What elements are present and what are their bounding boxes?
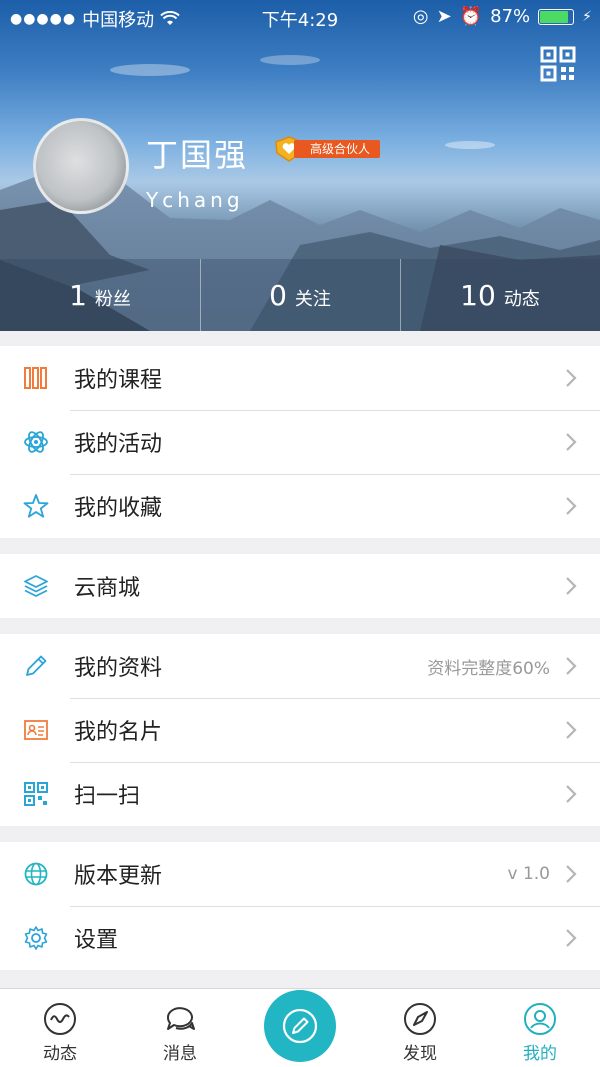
menu-group-profile: 我的资料 资料完整度60% 我的名片 扫一扫: [0, 634, 600, 826]
menu-group-system: 版本更新 v 1.0 设置: [0, 842, 600, 970]
tab-me[interactable]: 我的: [480, 989, 600, 1067]
chevron-right-icon: [566, 497, 577, 515]
stat-value: 0: [269, 279, 287, 312]
layers-icon: [24, 575, 48, 597]
menu-item-label: 云商城: [74, 576, 141, 601]
profile-completeness: 资料完整度60%: [427, 658, 550, 679]
battery-percent: 87%: [490, 6, 531, 27]
qr-code-button[interactable]: [540, 46, 576, 82]
atom-icon: [24, 431, 48, 453]
chevron-right-icon: [566, 577, 577, 595]
chevron-right-icon: [566, 865, 577, 883]
menu-item-courses[interactable]: 我的课程: [0, 346, 600, 410]
menu-item-scan[interactable]: 扫一扫: [0, 762, 600, 826]
stat-posts[interactable]: 10 动态: [400, 259, 600, 331]
settings-menu: 我的课程 我的活动 我的收藏 云商城 我的资料 资料完整度60% 我的名片 扫一…: [0, 346, 600, 986]
compose-button[interactable]: [264, 990, 336, 1062]
menu-item-profile[interactable]: 我的资料 资料完整度60%: [0, 634, 600, 698]
star-icon: [23, 494, 49, 518]
compass-icon: [404, 1003, 436, 1035]
stat-followers[interactable]: 1 粉丝: [0, 259, 200, 331]
menu-item-label: 扫一扫: [74, 784, 141, 809]
menu-item-label: 我的活动: [74, 432, 163, 457]
qr-scan-icon: [24, 782, 48, 806]
stat-value: 10: [460, 279, 496, 312]
stat-label: 动态: [503, 289, 540, 310]
partner-badge: 高级合伙人: [274, 136, 381, 162]
tab-feed[interactable]: 动态: [0, 989, 120, 1067]
compose-icon: [282, 1008, 318, 1044]
menu-item-label: 我的资料: [74, 656, 163, 681]
chevron-right-icon: [566, 785, 577, 803]
id-card-icon: [24, 720, 48, 740]
menu-group-mall: 云商城: [0, 554, 600, 618]
tab-label: 消息: [163, 1044, 197, 1064]
menu-item-label: 我的收藏: [74, 496, 163, 521]
menu-item-label: 我的名片: [74, 720, 163, 745]
chevron-right-icon: [566, 433, 577, 451]
menu-item-label: 我的课程: [74, 368, 163, 393]
charging-icon: ⚡: [582, 8, 592, 25]
stats-bar: 1 粉丝 0 关注 10 动态: [0, 259, 600, 331]
globe-icon: [24, 862, 48, 886]
pencil-icon: [26, 655, 47, 676]
chevron-right-icon: [566, 929, 577, 947]
menu-item-label: 设置: [74, 928, 119, 953]
chevron-right-icon: [566, 657, 577, 675]
gear-icon: [24, 926, 48, 950]
username: Ychang: [146, 188, 244, 212]
chevron-right-icon: [566, 721, 577, 739]
tab-label: 发现: [403, 1044, 437, 1064]
rotation-lock-icon: ◎: [412, 6, 429, 27]
chevron-right-icon: [566, 369, 577, 387]
battery-icon: [538, 8, 575, 25]
avatar[interactable]: [33, 118, 129, 214]
tab-label: 我的: [523, 1044, 557, 1064]
tab-discover[interactable]: 发现: [360, 989, 480, 1067]
status-bar: ●●●●● 中国移动 下午4:29 ◎ ➤ ⏰ 87% ⚡: [0, 0, 600, 34]
menu-item-card[interactable]: 我的名片: [0, 698, 600, 762]
version-value: v 1.0: [507, 864, 551, 884]
menu-item-favorites[interactable]: 我的收藏: [0, 474, 600, 538]
menu-item-activities[interactable]: 我的活动: [0, 410, 600, 474]
stat-value: 1: [69, 279, 87, 312]
books-icon: [24, 367, 47, 389]
chat-icon: [166, 1007, 195, 1030]
user-name: 丁国强: [146, 136, 249, 174]
menu-item-update[interactable]: 版本更新 v 1.0: [0, 842, 600, 906]
menu-group-learning: 我的课程 我的活动 我的收藏: [0, 346, 600, 538]
tab-messages[interactable]: 消息: [120, 989, 240, 1067]
menu-item-label: 版本更新: [74, 864, 163, 889]
profile-header: ●●●●● 中国移动 下午4:29 ◎ ➤ ⏰ 87% ⚡ 丁国强 高级合伙人 …: [0, 0, 600, 331]
user-icon: [524, 1003, 556, 1035]
menu-item-settings[interactable]: 设置: [0, 906, 600, 970]
stat-label: 关注: [294, 289, 331, 310]
tab-label: 动态: [43, 1044, 77, 1064]
wave-icon: [44, 1003, 76, 1035]
badge-label: 高级合伙人: [294, 140, 381, 158]
alarm-icon: ⏰: [459, 6, 483, 27]
stat-label: 粉丝: [94, 289, 131, 310]
menu-item-mall[interactable]: 云商城: [0, 554, 600, 618]
location-icon: ➤: [436, 6, 452, 27]
stat-following[interactable]: 0 关注: [200, 259, 400, 331]
